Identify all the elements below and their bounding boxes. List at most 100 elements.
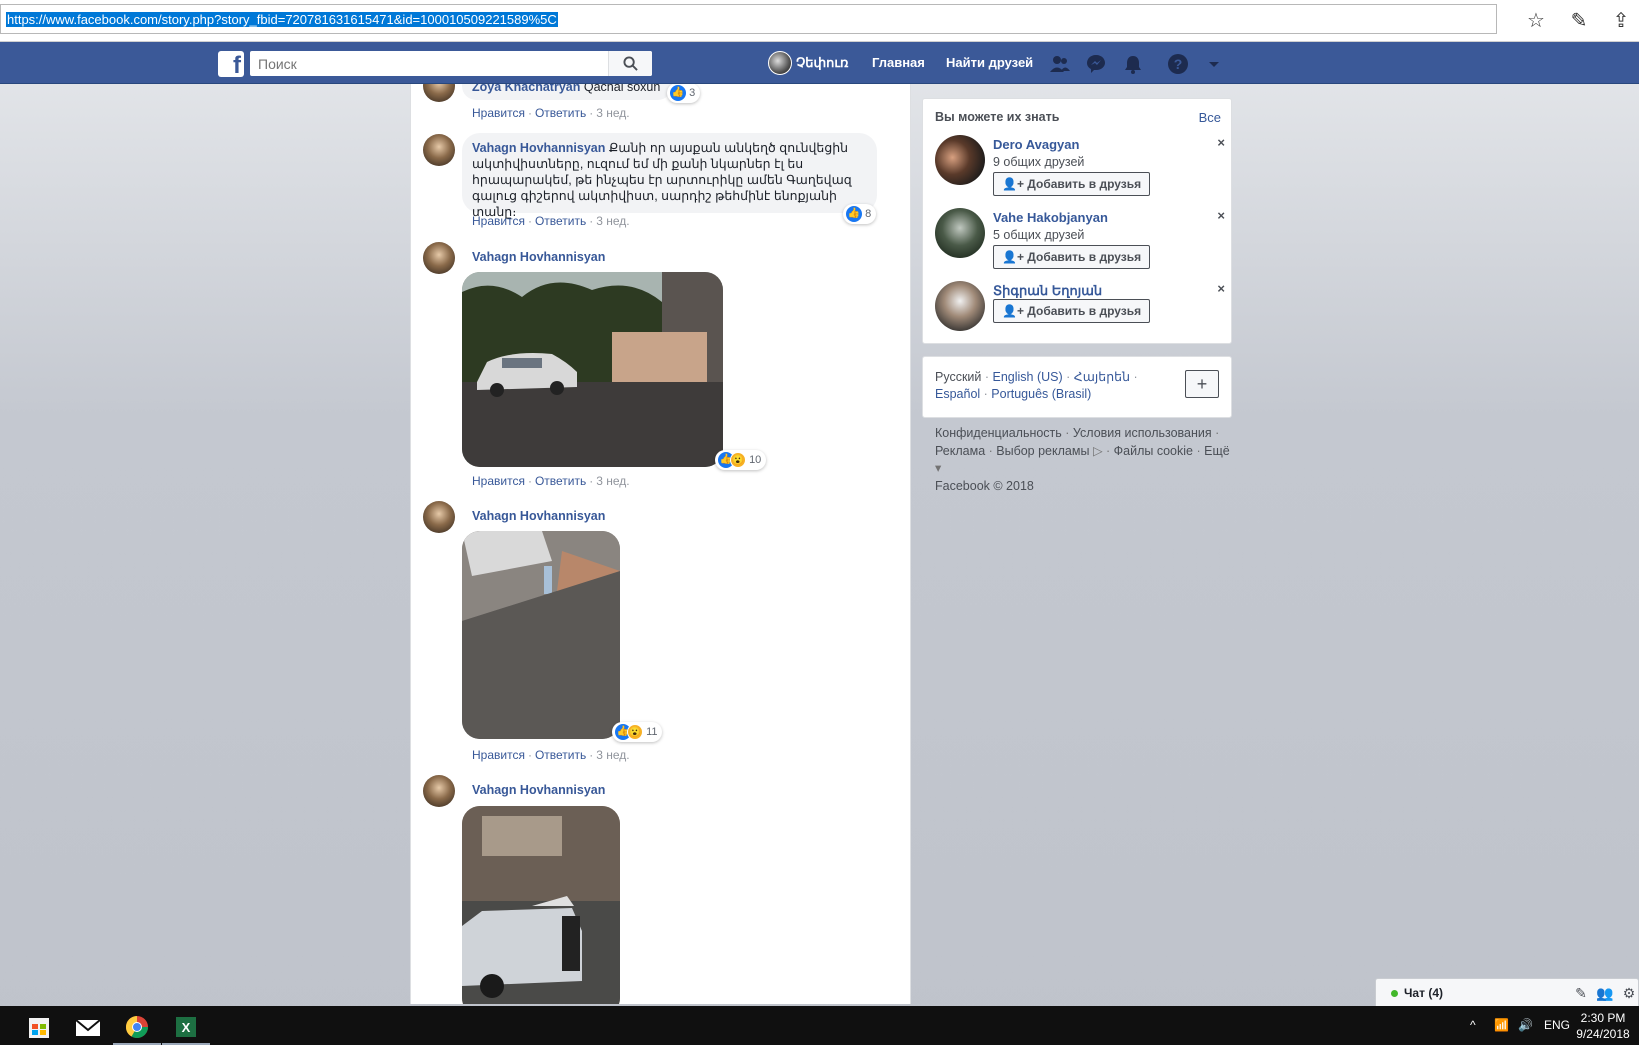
notes-pen-icon[interactable]: ✎	[1566, 8, 1592, 34]
comment-author[interactable]: Vahagn Hovhannisyan	[472, 509, 605, 523]
comment-photo[interactable]	[462, 531, 620, 739]
language-option[interactable]: Español	[935, 387, 980, 401]
search-input[interactable]	[250, 51, 650, 76]
notifications-bell-icon[interactable]	[1122, 53, 1144, 75]
comment-author[interactable]: Vahagn Hovhannisyan	[472, 783, 605, 797]
chat-label[interactable]: Чат (4)	[1404, 986, 1443, 1000]
chat-settings-gear-icon[interactable]: ⚙	[1620, 984, 1638, 1002]
comment-time[interactable]: 3 нед.	[596, 748, 629, 762]
input-language[interactable]: ENG	[1544, 1006, 1570, 1045]
add-friend-button[interactable]: 👤+ Добавить в друзья	[993, 299, 1151, 323]
comment-bubble: Vahagn Hovhannisyan Քանի որ այսքան անկեղ…	[462, 133, 877, 219]
add-friend-button[interactable]: 👤+ Добавить в друзья	[993, 245, 1151, 269]
mutual-friends[interactable]: 5 общих друзей	[993, 228, 1084, 242]
dismiss-close-icon[interactable]: ×	[1217, 281, 1225, 296]
reply-link[interactable]: Ответить	[535, 214, 586, 228]
create-group-icon[interactable]: 👥	[1596, 984, 1614, 1002]
messenger-icon[interactable]	[1085, 53, 1107, 75]
reaction-count[interactable]: 👍 3	[667, 84, 701, 103]
store-app-icon[interactable]	[15, 1010, 63, 1045]
excel-app-icon[interactable]: X	[162, 1010, 210, 1045]
browser-toolbar: https://www.facebook.com/story.php?story…	[0, 0, 1639, 42]
like-link[interactable]: Нравится	[472, 474, 525, 488]
search-box	[250, 51, 652, 76]
pymk-see-all-link[interactable]: Все	[1199, 110, 1221, 125]
new-message-icon[interactable]: ✎	[1572, 984, 1590, 1002]
comment-time[interactable]: 3 нед.	[596, 474, 629, 488]
comment-author[interactable]: Vahagn Hovhannisyan	[472, 141, 605, 155]
url-text[interactable]: https://www.facebook.com/story.php?story…	[6, 12, 558, 27]
wifi-icon[interactable]: 📶	[1494, 1006, 1509, 1045]
terms-link[interactable]: Условия использования	[1073, 426, 1212, 440]
like-link[interactable]: Нравится	[472, 214, 525, 228]
home-link[interactable]: Главная	[872, 55, 925, 70]
dismiss-close-icon[interactable]: ×	[1217, 135, 1225, 150]
svg-text:?: ?	[1174, 56, 1183, 72]
profile-avatar[interactable]	[768, 51, 792, 75]
privacy-link[interactable]: Конфиденциальность	[935, 426, 1062, 440]
commenter-avatar[interactable]	[423, 134, 455, 166]
search-button[interactable]	[608, 51, 652, 76]
language-option[interactable]: English (US)	[993, 370, 1063, 384]
person-name[interactable]: Vahe Hakobjanyan	[993, 210, 1108, 225]
search-icon	[623, 56, 638, 71]
commenter-avatar[interactable]	[423, 501, 455, 533]
like-link[interactable]: Нравится	[472, 106, 525, 120]
mutual-friends[interactable]: 9 общих друзей	[993, 155, 1084, 169]
comment-time[interactable]: 3 нед.	[596, 106, 629, 120]
reply-link[interactable]: Ответить	[535, 474, 586, 488]
add-friend-button[interactable]: 👤+ Добавить в друзья	[993, 172, 1151, 196]
pymk-person: Vahe Hakobjanyan 5 общих друзей 👤+ Добав…	[935, 208, 1225, 269]
comment-time[interactable]: 3 нед.	[596, 214, 629, 228]
like-link[interactable]: Нравится	[472, 748, 525, 762]
language-option[interactable]: Հայերեն	[1074, 370, 1130, 384]
reaction-count[interactable]: 👍😮 11	[612, 722, 663, 742]
reply-link[interactable]: Ответить	[535, 106, 586, 120]
friend-requests-icon[interactable]	[1049, 53, 1071, 75]
more-languages-button[interactable]: +	[1185, 370, 1219, 398]
volume-icon[interactable]: 🔊	[1518, 1006, 1533, 1045]
commenter-avatar[interactable]	[423, 84, 455, 102]
person-name[interactable]: Տիգրան Եղոյան	[993, 283, 1102, 299]
ad-choices-link[interactable]: Выбор рекламы	[996, 444, 1089, 458]
windows-taskbar: X ^ 📶 🔊 ENG 2:30 PM 9/24/2018	[0, 1006, 1639, 1045]
comment-author[interactable]: Vahagn Hovhannisyan	[472, 250, 605, 264]
chat-sidebar-tab[interactable]: Чат (4) ✎ 👥 ⚙	[1375, 978, 1639, 1006]
commenter-avatar[interactable]	[423, 242, 455, 274]
show-hidden-icons-chevron-up-icon[interactable]: ^	[1470, 1006, 1476, 1045]
facebook-top-bar: f Չեփուռ Главная Найти друзей ?	[0, 42, 1639, 84]
person-name[interactable]: Dero Avagyan	[993, 137, 1079, 152]
account-menu-chevron-down-icon[interactable]	[1203, 53, 1225, 75]
advertising-link[interactable]: Реклама	[935, 444, 985, 458]
add-friend-icon: 👤+	[1002, 250, 1024, 264]
help-icon[interactable]: ?	[1167, 53, 1189, 75]
reaction-count[interactable]: 👍😮 10	[715, 450, 767, 470]
wow-reaction-icon: 😮	[627, 724, 643, 740]
comment-photo[interactable]	[462, 272, 723, 467]
address-bar[interactable]: https://www.facebook.com/story.php?story…	[0, 4, 1497, 34]
facebook-logo-icon[interactable]: f	[218, 51, 244, 79]
more-link[interactable]: Ещё	[1204, 444, 1230, 458]
language-option[interactable]: Português (Brasil)	[991, 387, 1091, 401]
share-icon[interactable]: ⇪	[1608, 8, 1634, 34]
favorites-icon[interactable]: ☆	[1523, 8, 1549, 34]
profile-link[interactable]: Չեփուռ	[796, 55, 848, 71]
person-photo[interactable]	[935, 135, 985, 185]
comment-photo[interactable]	[462, 806, 620, 1004]
chrome-app-icon[interactable]	[113, 1010, 161, 1045]
person-photo[interactable]	[935, 208, 985, 258]
find-friends-link[interactable]: Найти друзей	[946, 55, 1033, 70]
comment-author[interactable]: Zoya Khachatryan	[472, 84, 580, 94]
person-photo[interactable]	[935, 281, 985, 331]
commenter-avatar[interactable]	[423, 775, 455, 807]
mail-app-icon[interactable]	[64, 1010, 112, 1045]
reaction-count[interactable]: 👍 8	[843, 204, 877, 224]
system-clock[interactable]: 2:30 PM 9/24/2018	[1572, 1010, 1634, 1042]
cookies-link[interactable]: Файлы cookie	[1114, 444, 1193, 458]
dismiss-close-icon[interactable]: ×	[1217, 208, 1225, 223]
like-reaction-icon: 👍	[846, 206, 862, 222]
comments-column: Zoya Khachatryan Qachal soxun 👍 3 Нравит…	[410, 84, 911, 1004]
comment-actions: Нравится · Ответить · 3 нед.	[472, 748, 630, 762]
reply-link[interactable]: Ответить	[535, 748, 586, 762]
people-you-may-know: Вы можете их знать Все Dero Avagyan 9 об…	[922, 98, 1232, 344]
